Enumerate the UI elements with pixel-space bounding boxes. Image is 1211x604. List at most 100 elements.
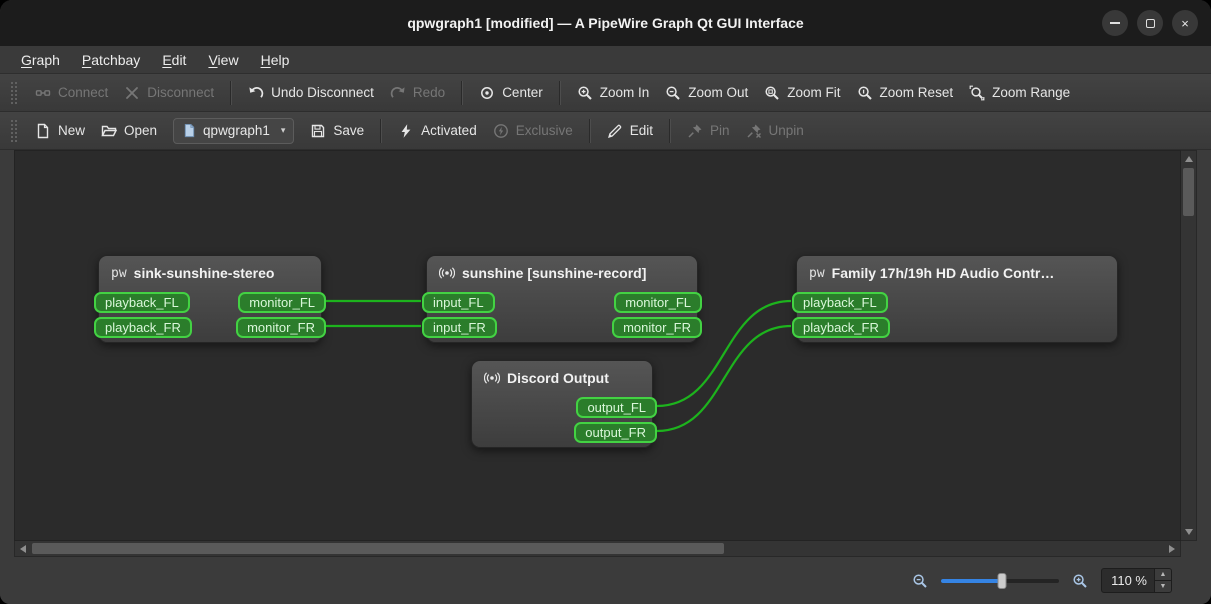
scroll-down-arrow[interactable] [1185, 529, 1193, 535]
scrollbar-corner [1181, 541, 1197, 557]
toolbar-separator [558, 80, 561, 105]
open-label: Open [124, 123, 158, 138]
toolbar-separator [588, 118, 591, 143]
menu-view[interactable]: View [197, 46, 249, 73]
statusbar: 110 % ▲ ▼ [0, 557, 1211, 604]
menu-edit[interactable]: Edit [151, 46, 197, 73]
pipewire-icon: pw [111, 265, 127, 281]
port-input-fr[interactable]: input_FR [422, 317, 497, 338]
port-playback-fr[interactable]: playback_FR [792, 317, 890, 338]
zoom-fit-icon [765, 85, 779, 100]
center-button[interactable]: Center [471, 79, 551, 107]
port-playback-fl[interactable]: playback_FL [792, 292, 888, 313]
node-sunshine-record[interactable]: sunshine [sunshine-record] input_FL inpu… [422, 255, 702, 343]
port-output-fl[interactable]: output_FL [576, 397, 657, 418]
toolbar-separator [380, 118, 383, 143]
exclusive-icon [493, 123, 508, 138]
menu-accel: H [260, 51, 271, 68]
zoom-slider[interactable] [941, 572, 1060, 590]
redo-label: Redo [412, 85, 446, 100]
port-input-fl[interactable]: input_FL [422, 292, 495, 313]
minimize-button[interactable] [1102, 10, 1128, 36]
node-family-hd-audio[interactable]: pw Family 17h/19h HD Audio Contr… playba… [792, 255, 1118, 343]
zoom-in-button[interactable]: Zoom In [569, 79, 658, 107]
unpin-button[interactable]: Unpin [738, 117, 812, 145]
node-discord-output[interactable]: Discord Output output_FL output_FR [471, 360, 657, 448]
save-label: Save [333, 123, 365, 138]
session-file-icon [184, 123, 195, 138]
open-button[interactable]: Open [93, 117, 165, 145]
zoom-reset-icon [857, 85, 872, 100]
exclusive-toggle[interactable]: Exclusive [485, 117, 581, 145]
port-monitor-fl[interactable]: monitor_FL [614, 292, 702, 313]
horizontal-scrollbar[interactable] [14, 541, 1181, 557]
menu-rest: elp [270, 51, 290, 68]
zoom-out-icon[interactable] [912, 573, 928, 589]
menu-graph-label: Graph [21, 52, 60, 68]
port-playback-fl[interactable]: playback_FL [94, 292, 190, 313]
spin-up-button[interactable]: ▲ [1155, 569, 1171, 580]
new-label: New [58, 123, 86, 138]
unpin-icon [746, 124, 761, 138]
lightning-icon [401, 123, 411, 138]
output-ports: output_FL output_FR [574, 397, 657, 443]
pencil-icon [607, 124, 621, 138]
stream-icon [484, 372, 500, 384]
maximize-button[interactable] [1137, 10, 1163, 36]
zoom-out-label: Zoom Out [688, 85, 749, 100]
zoom-fit-button[interactable]: Zoom Fit [756, 79, 848, 107]
zoom-in-icon[interactable] [1072, 573, 1088, 589]
disconnect-button[interactable]: Disconnect [116, 79, 222, 107]
port-playback-fr[interactable]: playback_FR [94, 317, 192, 338]
scroll-right-arrow[interactable] [1169, 545, 1175, 553]
horizontal-scroll-thumb[interactable] [32, 543, 724, 554]
zoom-range-button[interactable]: Zoom Range [961, 79, 1078, 107]
node-title: sunshine [sunshine-record] [462, 265, 647, 281]
node-header: pw sink-sunshine-stereo [99, 256, 321, 290]
new-button[interactable]: New [27, 117, 93, 145]
vertical-scrollbar[interactable] [1181, 150, 1197, 541]
scroll-up-arrow[interactable] [1185, 156, 1193, 162]
port-monitor-fl[interactable]: monitor_FL [238, 292, 326, 313]
port-monitor-fr[interactable]: monitor_FR [236, 317, 326, 338]
node-title: Discord Output [507, 370, 609, 386]
close-button[interactable]: × [1172, 10, 1198, 36]
menu-help[interactable]: Help [250, 46, 301, 73]
exclusive-label: Exclusive [515, 123, 573, 138]
zoom-slider-fill [941, 578, 1003, 583]
zoom-out-button[interactable]: Zoom Out [657, 79, 756, 107]
save-icon [312, 124, 325, 137]
zoom-value[interactable]: 110 % [1102, 569, 1154, 592]
menu-accel: E [162, 51, 172, 68]
port-monitor-fr[interactable]: monitor_FR [612, 317, 702, 338]
node-header: Discord Output [472, 361, 652, 395]
toolbar-drag-handle[interactable] [11, 81, 17, 104]
vertical-scroll-thumb[interactable] [1183, 168, 1194, 216]
pin-button[interactable]: Pin [679, 117, 738, 145]
zoom-fit-label: Zoom Fit [787, 85, 841, 100]
scroll-left-arrow[interactable] [20, 545, 26, 553]
node-sink-sunshine-stereo[interactable]: pw sink-sunshine-stereo playback_FL play… [94, 255, 326, 343]
menu-patchbay[interactable]: Patchbay [71, 46, 151, 73]
ports: output_FL output_FR [472, 395, 657, 452]
output-ports: monitor_FL monitor_FR [236, 292, 326, 338]
spin-down-button[interactable]: ▼ [1155, 580, 1171, 592]
menu-graph[interactable]: Graph [10, 46, 71, 73]
activated-toggle[interactable]: Activated [390, 117, 485, 145]
zoom-slider-thumb[interactable] [997, 572, 1007, 589]
session-combo[interactable]: qpwgraph1 ▾ [173, 117, 295, 144]
graph-canvas[interactable]: pw sink-sunshine-stereo playback_FL play… [14, 150, 1181, 541]
connect-button[interactable]: Connect [27, 79, 116, 107]
undo-disconnect-button[interactable]: Undo Disconnect [240, 79, 382, 107]
redo-button[interactable]: Redo [382, 79, 453, 107]
edit-toggle[interactable]: Edit [599, 117, 661, 145]
zoom-spinbox[interactable]: 110 % ▲ ▼ [1101, 568, 1172, 593]
toolbar-drag-handle[interactable] [11, 119, 17, 142]
chevron-down-icon: ▾ [280, 125, 286, 135]
close-icon: × [1181, 15, 1189, 31]
port-output-fr[interactable]: output_FR [574, 422, 657, 443]
titlebar[interactable]: qpwgraph1 [modified] — A PipeWire Graph … [0, 0, 1211, 46]
save-button[interactable]: Save [302, 117, 372, 145]
disconnect-icon [126, 86, 139, 99]
zoom-reset-button[interactable]: Zoom Reset [849, 79, 962, 107]
